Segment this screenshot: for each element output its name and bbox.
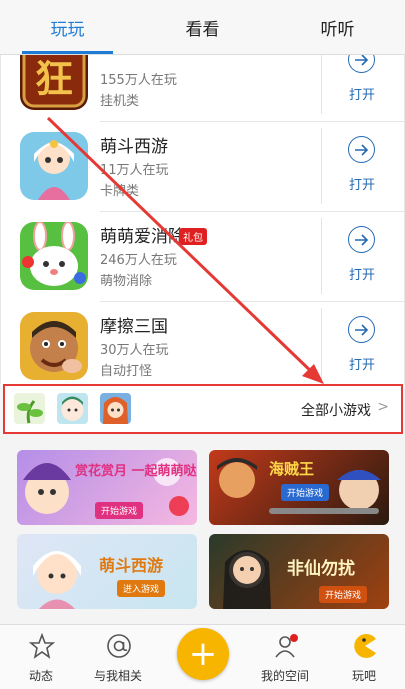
banner-title: 赏花赏月 一起萌萌哒 <box>75 464 197 479</box>
banner-title: 海贼王 <box>269 460 315 478</box>
banner-start-button[interactable]: 开始游戏 <box>95 502 144 519</box>
tab-listen-label: 听听 <box>320 19 355 40</box>
nav-my-space-label: 我的空间 <box>260 669 309 683</box>
tab-play-label: 玩玩 <box>50 19 85 40</box>
banner-mengdou[interactable]: 萌斗西游 进入游戏 <box>17 534 197 609</box>
plus-icon: + <box>188 634 218 674</box>
tab-play[interactable]: 玩玩 <box>0 0 135 54</box>
banner-feixian[interactable]: 非仙勿扰 开始游戏 <box>209 534 389 609</box>
banner-start-button[interactable]: 开始游戏 <box>319 586 368 603</box>
banner-title: 非仙勿扰 <box>287 559 355 579</box>
nav-mentions-label: 与我相关 <box>93 669 142 683</box>
pacman-icon <box>352 633 378 659</box>
nav-my-space[interactable]: 我的空间 <box>247 625 323 689</box>
nav-feed[interactable]: 动态 <box>3 625 79 689</box>
nav-play[interactable]: 玩吧 <box>326 625 402 689</box>
banner-enter-button[interactable]: 进入游戏 <box>117 580 166 597</box>
nav-play-label: 玩吧 <box>351 669 376 683</box>
banner-title: 萌斗西游 <box>99 556 164 575</box>
banner-event[interactable]: 赏花赏月 一起萌萌哒 开始游戏 <box>17 450 197 525</box>
nav-mentions[interactable]: 与我相关 <box>80 625 156 689</box>
star-icon <box>28 632 56 659</box>
add-button[interactable]: + <box>177 628 229 680</box>
top-tab-bar: 玩玩 看看 听听 <box>0 0 405 55</box>
tab-watch[interactable]: 看看 <box>135 0 270 54</box>
person-icon <box>273 633 299 659</box>
at-icon <box>106 633 132 659</box>
banner-start-button[interactable]: 开始游戏 <box>281 484 330 501</box>
tab-watch-label: 看看 <box>185 19 220 40</box>
nav-feed-label: 动态 <box>28 669 53 683</box>
banner-onepiece[interactable]: 海贼王 开始游戏 <box>209 450 389 525</box>
tab-listen[interactable]: 听听 <box>270 0 405 54</box>
banner-grid: 赏花赏月 一起萌萌哒 开始游戏 海贼王 开始游戏 萌斗西游 进入游戏 非仙勿扰 … <box>0 434 405 624</box>
